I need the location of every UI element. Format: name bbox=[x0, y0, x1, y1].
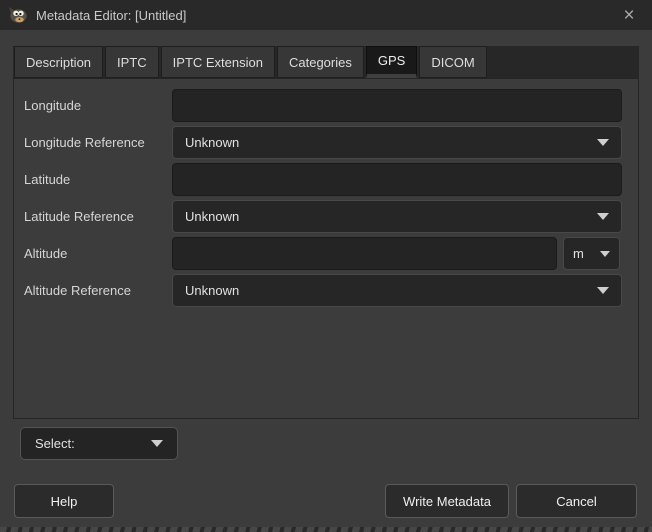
chevron-down-icon bbox=[597, 287, 609, 294]
altitude-unit-dropdown[interactable]: m bbox=[563, 237, 620, 270]
tab-strip: Description IPTC IPTC Extension Categori… bbox=[13, 46, 639, 78]
help-button[interactable]: Help bbox=[14, 484, 114, 518]
dropdown-value: Unknown bbox=[185, 209, 239, 224]
metadata-notebook: Description IPTC IPTC Extension Categori… bbox=[13, 46, 639, 419]
latitude-reference-dropdown[interactable]: Unknown bbox=[172, 200, 622, 233]
chevron-down-icon bbox=[597, 139, 609, 146]
cancel-button[interactable]: Cancel bbox=[516, 484, 637, 518]
dropdown-value: m bbox=[573, 246, 584, 261]
window-title: Metadata Editor: [Untitled] bbox=[36, 8, 186, 23]
chevron-down-icon bbox=[597, 213, 609, 220]
select-dropdown[interactable]: Select: bbox=[20, 427, 178, 460]
altitude-reference-dropdown[interactable]: Unknown bbox=[172, 274, 622, 307]
longitude-reference-dropdown[interactable]: Unknown bbox=[172, 126, 622, 159]
form-row-latitude-reference: Latitude Reference Unknown bbox=[24, 200, 622, 233]
altitude-input[interactable] bbox=[172, 237, 557, 270]
form-row-longitude: Longitude bbox=[24, 89, 622, 122]
latitude-input[interactable] bbox=[172, 163, 622, 196]
tab-dicom[interactable]: DICOM bbox=[419, 46, 486, 78]
metadata-editor-window: Metadata Editor: [Untitled] × Descriptio… bbox=[0, 0, 652, 532]
dropdown-value: Unknown bbox=[185, 135, 239, 150]
tab-iptc-extension[interactable]: IPTC Extension bbox=[161, 46, 275, 78]
tab-description[interactable]: Description bbox=[14, 46, 103, 78]
form-row-longitude-reference: Longitude Reference Unknown bbox=[24, 126, 622, 159]
gimp-wilber-icon bbox=[8, 7, 28, 23]
form-row-altitude: Altitude m bbox=[24, 237, 622, 270]
titlebar: Metadata Editor: [Untitled] × bbox=[0, 0, 652, 30]
tab-categories[interactable]: Categories bbox=[277, 46, 364, 78]
chevron-down-icon bbox=[600, 251, 610, 257]
field-label: Latitude bbox=[24, 163, 172, 196]
field-label: Altitude bbox=[24, 237, 172, 270]
tab-iptc[interactable]: IPTC bbox=[105, 46, 159, 78]
gps-tab-panel: Longitude Longitude Reference Unknown La… bbox=[13, 78, 639, 419]
form-row-altitude-reference: Altitude Reference Unknown bbox=[24, 274, 622, 307]
field-label: Latitude Reference bbox=[24, 200, 172, 233]
field-label: Longitude Reference bbox=[24, 126, 172, 159]
form-row-latitude: Latitude bbox=[24, 163, 622, 196]
write-metadata-button[interactable]: Write Metadata bbox=[385, 484, 509, 518]
window-resize-edge[interactable] bbox=[0, 527, 652, 532]
dropdown-value: Select: bbox=[35, 436, 75, 451]
longitude-input[interactable] bbox=[172, 89, 622, 122]
tab-gps[interactable]: GPS bbox=[366, 46, 417, 78]
field-label: Longitude bbox=[24, 89, 172, 122]
field-label: Altitude Reference bbox=[24, 274, 172, 307]
dropdown-value: Unknown bbox=[185, 283, 239, 298]
close-button[interactable]: × bbox=[610, 0, 648, 30]
chevron-down-icon bbox=[151, 440, 163, 447]
